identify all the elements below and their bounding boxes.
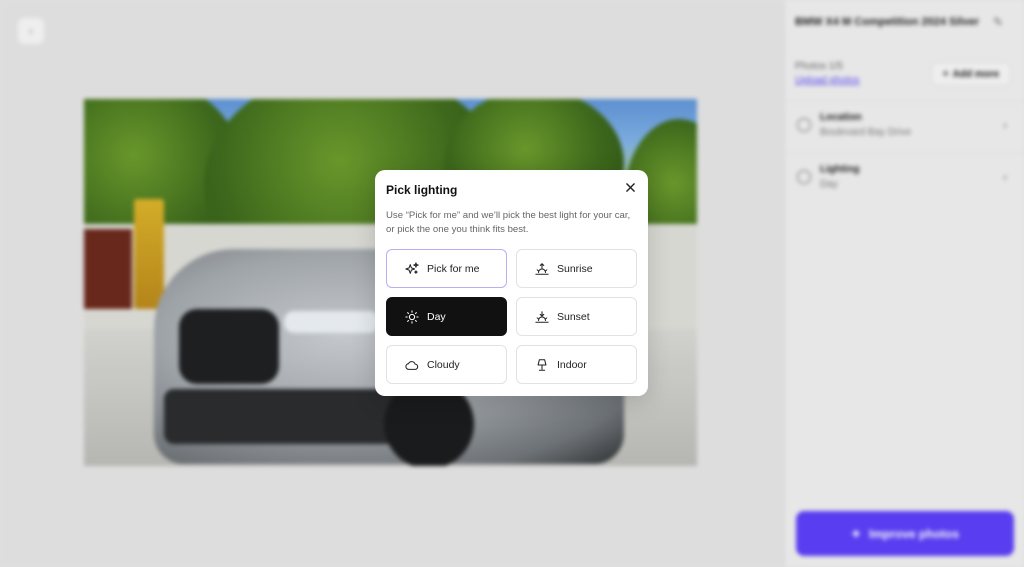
option-label: Sunset (557, 310, 590, 323)
sparkles-icon (405, 261, 419, 274)
modal-description: Use “Pick for me” and we’ll pick the bes… (386, 210, 631, 235)
option-label: Day (427, 310, 446, 323)
option-indoor[interactable]: Indoor (516, 345, 637, 384)
lighting-options: Pick for me Sunrise Day Sunset Cloudy In… (386, 249, 637, 384)
cloud-icon (405, 360, 419, 370)
option-day[interactable]: Day (386, 297, 507, 336)
option-label: Pick for me (427, 262, 480, 275)
modal-title: Pick lighting (386, 183, 458, 197)
option-label: Cloudy (427, 358, 460, 371)
sunrise-icon (535, 262, 549, 275)
pick-lighting-modal: Pick lighting Use “Pick for me” and we’l… (375, 170, 648, 396)
option-label: Indoor (557, 358, 587, 371)
option-pick-for-me[interactable]: Pick for me (386, 249, 507, 288)
option-sunrise[interactable]: Sunrise (516, 249, 637, 288)
sunset-icon (535, 310, 549, 323)
option-label: Sunrise (557, 262, 593, 275)
lamp-icon (537, 358, 547, 371)
close-button[interactable] (623, 180, 637, 194)
option-cloudy[interactable]: Cloudy (386, 345, 507, 384)
close-icon (625, 182, 635, 192)
sun-icon (405, 309, 419, 324)
option-sunset[interactable]: Sunset (516, 297, 637, 336)
